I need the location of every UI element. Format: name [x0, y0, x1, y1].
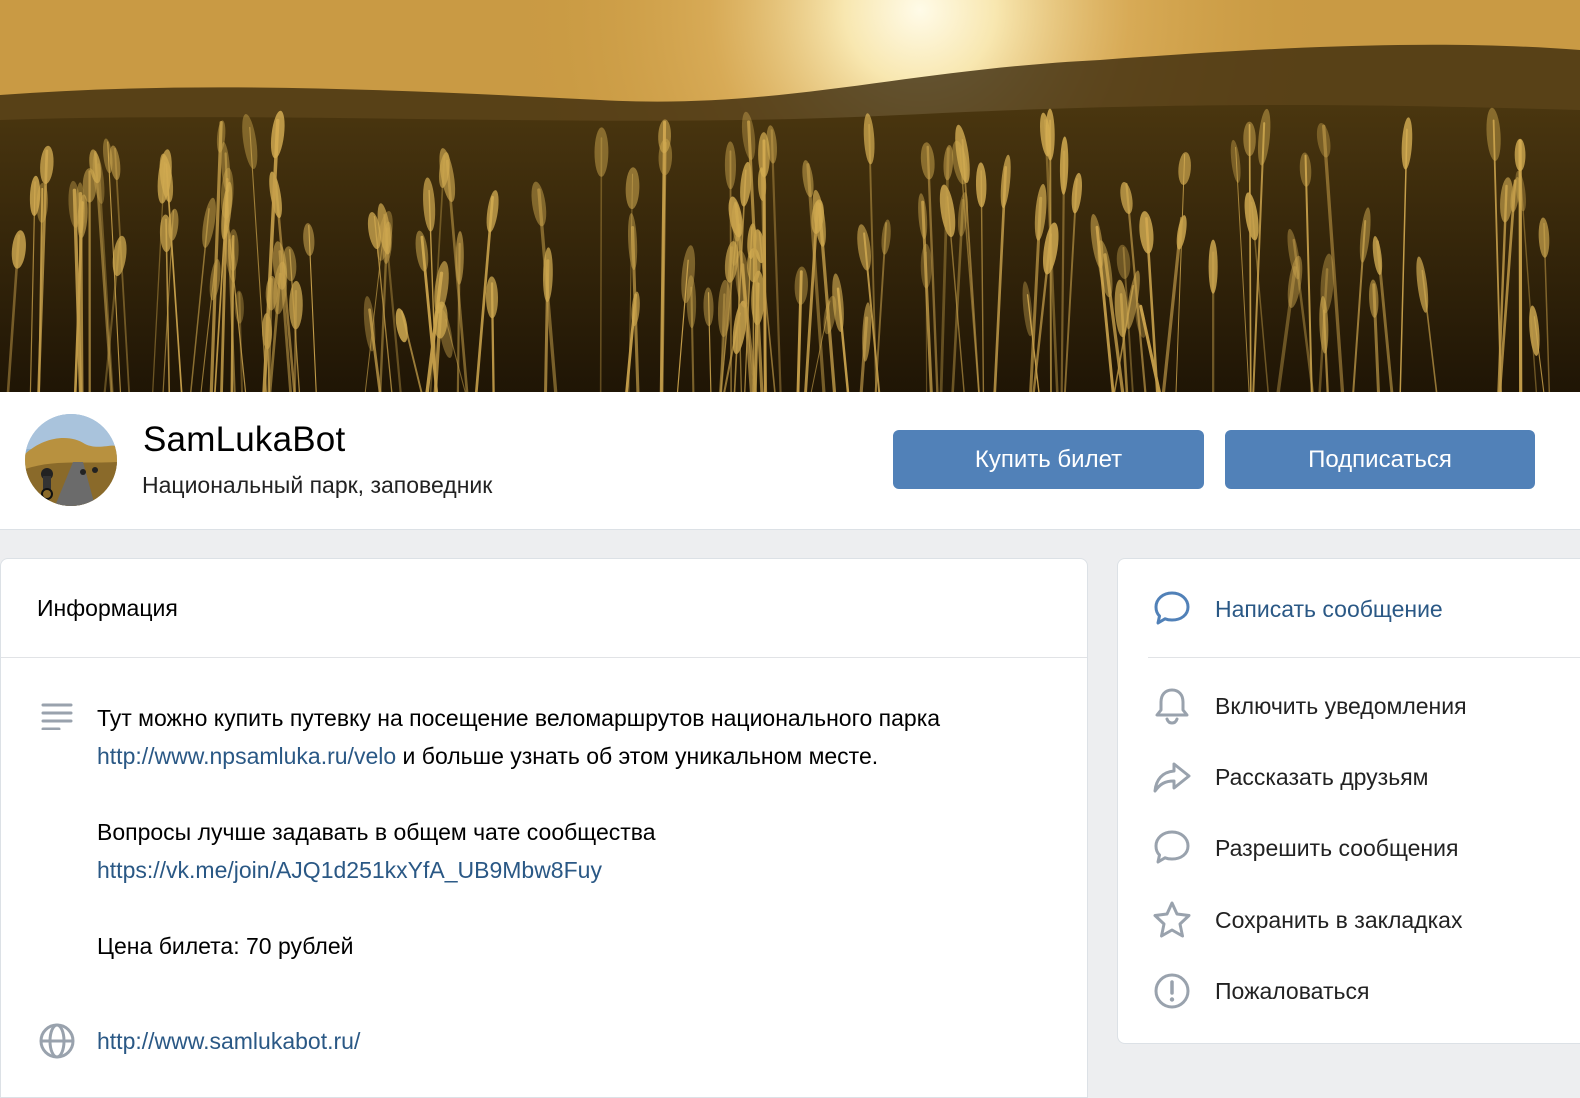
buy-ticket-button[interactable]: Купить билет	[893, 430, 1204, 489]
community-avatar[interactable]	[25, 414, 117, 506]
description-text-b: и больше узнать об этом уникальном месте…	[396, 743, 879, 769]
description-text-a: Тут можно купить путевку на посещение ве…	[97, 705, 941, 731]
tell-friends-action[interactable]: Рассказать друзьям	[1118, 747, 1580, 807]
message-icon	[1152, 589, 1192, 629]
chat-link[interactable]: https://vk.me/join/AJQ1d251kxYfA_UB9Mbw8…	[97, 857, 602, 883]
price-text: Цена билета: 70 рублей	[97, 933, 354, 959]
cover-illustration	[0, 0, 1580, 392]
save-bookmark-label: Сохранить в закладках	[1215, 906, 1463, 933]
velo-link[interactable]: http://www.npsamluka.ru/velo	[97, 743, 396, 769]
allow-messages-action[interactable]: Разрешить сообщения	[1118, 818, 1580, 878]
write-message-action[interactable]: Написать сообщение	[1118, 579, 1580, 639]
allow-messages-label: Разрешить сообщения	[1215, 834, 1459, 861]
enable-notifications-label: Включить уведомления	[1215, 692, 1467, 719]
description-icon	[41, 702, 73, 735]
enable-notifications-action[interactable]: Включить уведомления	[1118, 676, 1580, 736]
info-card: Информация Тут можно купить путевку на п…	[0, 558, 1088, 1098]
questions-text: Вопросы лучше задавать в общем чате сооб…	[97, 819, 656, 845]
report-label: Пожаловаться	[1215, 977, 1370, 1004]
bell-icon	[1152, 686, 1192, 726]
info-heading: Информация	[1, 559, 1087, 658]
community-category: Национальный парк, заповедник	[142, 472, 493, 498]
tell-friends-label: Рассказать друзьям	[1215, 763, 1429, 790]
actions-divider	[1148, 657, 1580, 658]
share-icon	[1152, 757, 1192, 797]
community-name: SamLukaBot	[143, 420, 346, 459]
star-icon	[1152, 900, 1192, 940]
cover-image	[0, 0, 1580, 392]
write-message-label: Написать сообщение	[1215, 595, 1443, 622]
chat-bubble-icon	[1152, 828, 1192, 868]
subscribe-button[interactable]: Подписаться	[1225, 430, 1535, 489]
website-link[interactable]: http://www.samlukabot.ru/	[97, 1022, 360, 1060]
actions-card: Написать сообщение Включить уведомления …	[1117, 558, 1580, 1044]
description: Тут можно купить путевку на посещение ве…	[97, 699, 1037, 965]
report-icon	[1152, 971, 1192, 1011]
report-action[interactable]: Пожаловаться	[1118, 961, 1580, 1021]
community-header: SamLukaBot Национальный парк, заповедник…	[0, 392, 1580, 530]
save-bookmark-action[interactable]: Сохранить в закладках	[1118, 890, 1580, 950]
globe-icon	[38, 1022, 76, 1065]
